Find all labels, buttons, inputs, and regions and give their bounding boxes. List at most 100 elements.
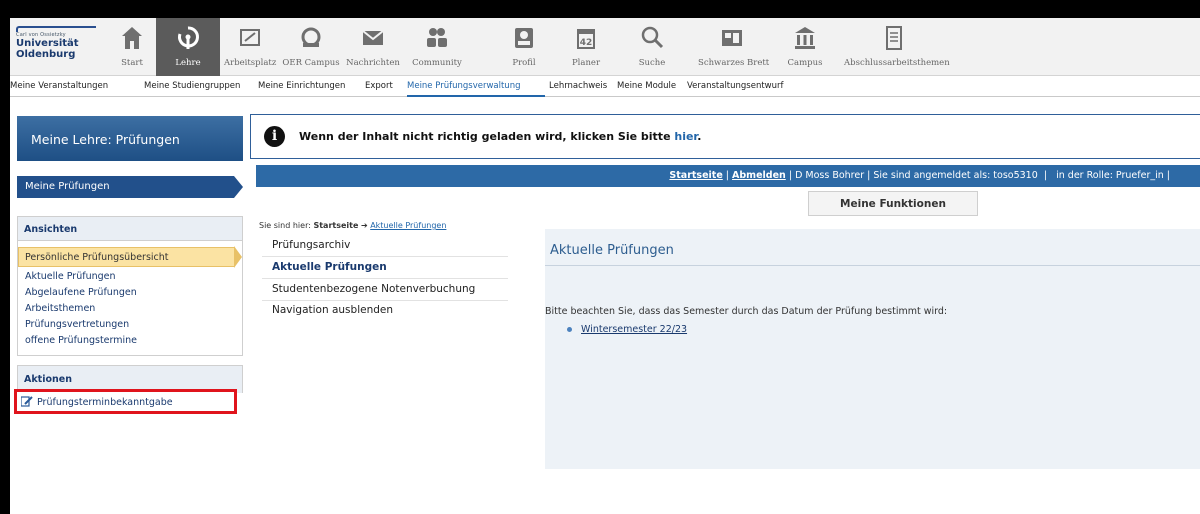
sub-navigation: Meine Veranstaltungen Meine Studiengrupp… — [10, 77, 1200, 97]
view-persoenliche-pruefungsuebersicht[interactable]: Persönliche Prüfungsübersicht — [18, 247, 235, 267]
user-bar: Startseite | Abmelden | D Moss Bohrer | … — [256, 165, 1200, 187]
role-info: in der Rolle: Pruefer_in — [1056, 170, 1164, 181]
nav-label: Profil — [512, 58, 536, 68]
nav-label: Schwarzes Brett — [698, 58, 770, 68]
subnav-veranstaltungsentwurf[interactable]: Veranstaltungsentwurf — [687, 81, 784, 91]
action-label: Prüfungsterminbekanntgabe — [37, 397, 173, 408]
university-logo[interactable]: Carl von Ossietzky Universität Oldenburg — [16, 24, 102, 70]
mail-icon — [362, 30, 384, 45]
meine-funktionen-label: Meine Funktionen — [840, 198, 946, 210]
nav-lehre[interactable]: Lehre — [156, 18, 220, 76]
banner-text: Wenn der Inhalt nicht richtig geladen wi… — [299, 130, 675, 143]
bullet-icon — [567, 327, 572, 332]
content-title: Aktuelle Prüfungen — [550, 243, 674, 258]
lehre-icon — [178, 26, 199, 49]
subnav-meine-studiengruppen[interactable]: Meine Studiengruppen — [144, 81, 240, 91]
view-pruefungsvertretungen[interactable]: Prüfungsvertretungen — [25, 319, 129, 330]
midnav-divider — [262, 256, 508, 257]
nav-arbeitsplatz[interactable]: Arbeitsplatz — [224, 18, 276, 76]
midnav-navigation-ausblenden[interactable]: Navigation ausblenden — [272, 304, 393, 316]
nav-abschlussarbeitsthemen[interactable]: Abschlussarbeitsthemen — [844, 18, 950, 76]
selected-view-arrow — [234, 246, 242, 268]
nav-label: Planer — [571, 58, 601, 68]
sidebar-title: Meine Lehre: Prüfungen — [31, 132, 180, 147]
content-panel: Aktuelle Prüfungen Bitte beachten Sie, d… — [545, 229, 1200, 469]
profile-icon — [515, 28, 533, 48]
logo-name-line2: Oldenburg — [16, 49, 76, 60]
separator: | — [1040, 170, 1054, 181]
subnav-lehrnachweis[interactable]: Lehrnachweis — [549, 81, 607, 91]
nav-label: Community — [412, 58, 462, 68]
sidebar-title-box: Meine Lehre: Prüfungen — [17, 116, 243, 161]
action-pruefungsterminbekanntgabe[interactable]: Prüfungsterminbekanntgabe — [14, 389, 237, 414]
nav-label: Arbeitsplatz — [224, 58, 277, 68]
user-bar-text: Startseite | Abmelden | D Moss Bohrer | … — [669, 170, 1170, 181]
title-divider — [545, 265, 1200, 266]
view-abgelaufene-pruefungen[interactable]: Abgelaufene Prüfungen — [25, 287, 137, 298]
sidebar-current-page[interactable]: Meine Prüfungen — [17, 176, 234, 198]
user-name: D Moss Bohrer — [795, 170, 865, 181]
edit-icon — [21, 396, 33, 407]
nav-suche[interactable]: Suche — [634, 18, 670, 76]
sidebar-current-label: Meine Prüfungen — [25, 181, 110, 192]
workspace-icon — [240, 29, 260, 46]
breadcrumb-prefix: Sie sind hier: — [259, 221, 311, 230]
nav-planer[interactable]: 42 Planer — [566, 18, 606, 76]
midnav-notenverbuchung[interactable]: Studentenbezogene Notenverbuchung — [272, 283, 475, 295]
home-icon — [122, 27, 142, 49]
current-page-arrow — [234, 176, 243, 198]
breadcrumb: Sie sind hier: Startseite ➔ Aktuelle Prü… — [259, 221, 446, 230]
banner-end: . — [697, 130, 702, 143]
logo-name-line1: Universität — [16, 38, 79, 49]
view-arbeitsthemen[interactable]: Arbeitsthemen — [25, 303, 95, 314]
calendar-icon: 42 — [577, 29, 595, 49]
semester-note: Bitte beachten Sie, dass das Semester du… — [545, 306, 948, 317]
nav-schwarzes-brett[interactable]: Schwarzes Brett — [698, 18, 770, 76]
nav-community[interactable]: Community — [408, 18, 466, 76]
search-icon — [641, 26, 664, 49]
nav-label: Campus — [787, 58, 823, 68]
subnav-export[interactable]: Export — [365, 81, 393, 91]
nav-label: Abschlussarbeitsthemen — [844, 58, 950, 68]
abmelden-link[interactable]: Abmelden — [732, 170, 786, 181]
banner-message: Wenn der Inhalt nicht richtig geladen wi… — [299, 130, 701, 143]
view-offene-pruefungstermine[interactable]: offene Prüfungstermine — [25, 335, 137, 346]
nav-label: Nachrichten — [346, 58, 400, 68]
info-banner: i Wenn der Inhalt nicht richtig geladen … — [250, 114, 1200, 159]
startseite-link[interactable]: Startseite — [669, 170, 722, 181]
community-icon — [427, 28, 447, 47]
nav-label: Lehre — [175, 58, 201, 68]
semester-link[interactable]: Wintersemester 22/23 — [581, 324, 687, 335]
nav-nachrichten[interactable]: Nachrichten — [344, 18, 402, 76]
nav-campus[interactable]: Campus — [780, 18, 830, 76]
midnav-divider — [262, 300, 508, 301]
top-navigation: Carl von Ossietzky Universität Oldenburg… — [10, 18, 1200, 76]
separator: | — [1166, 170, 1170, 181]
nav-profil[interactable]: Profil — [504, 18, 544, 76]
midnav-aktuelle-pruefungen[interactable]: Aktuelle Prüfungen — [272, 261, 387, 273]
campus-icon — [795, 27, 815, 49]
subnav-meine-module[interactable]: Meine Module — [617, 81, 676, 91]
calendar-day: 42 — [580, 38, 593, 48]
subnav-meine-einrichtungen[interactable]: Meine Einrichtungen — [258, 81, 345, 91]
view-aktuelle-pruefungen[interactable]: Aktuelle Prüfungen — [25, 271, 116, 282]
meine-funktionen-button[interactable]: Meine Funktionen — [808, 191, 978, 216]
breadcrumb-arrow: ➔ — [360, 221, 368, 230]
info-icon: i — [264, 126, 285, 147]
breadcrumb-home[interactable]: Startseite — [313, 221, 358, 230]
subnav-meine-veranstaltungen[interactable]: Meine Veranstaltungen — [10, 81, 108, 91]
nav-start[interactable]: Start — [112, 18, 152, 76]
nav-label: Start — [121, 58, 143, 68]
nav-oer-campus[interactable]: OER Campus — [282, 18, 340, 76]
breadcrumb-current[interactable]: Aktuelle Prüfungen — [370, 221, 446, 230]
subnav-meine-pruefungsverwaltung[interactable]: Meine Prüfungsverwaltung — [407, 81, 520, 91]
oer-icon — [301, 27, 321, 47]
login-info: Sie sind angemeldet als: toso5310 — [873, 170, 1038, 181]
reload-link[interactable]: hier — [674, 130, 697, 143]
nav-label: OER Campus — [282, 58, 340, 68]
document-icon — [886, 26, 902, 50]
actions-header-label: Aktionen — [24, 374, 72, 385]
board-icon — [722, 30, 742, 46]
midnav-pruefungsarchiv[interactable]: Prüfungsarchiv — [272, 239, 350, 251]
views-header: Ansichten — [18, 217, 242, 241]
